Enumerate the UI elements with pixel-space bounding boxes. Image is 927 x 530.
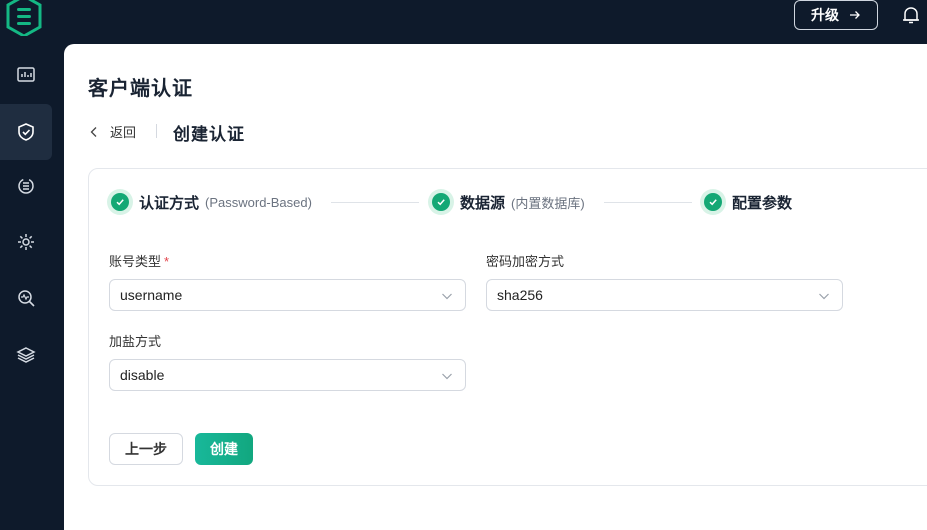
step-desc: (内置数据库) [511,195,585,211]
step-check-icon [700,189,726,215]
salt-position-value: disable [120,367,165,383]
account-type-label-text: 账号类型 [109,254,162,269]
chevron-down-icon [442,293,452,300]
back-link[interactable]: 返回 [88,122,136,141]
chevron-left-icon [90,126,97,137]
page-title: 客户端认证 [88,78,193,100]
account-type-value: username [120,287,183,303]
step-title: 数据源 [460,194,506,212]
chevron-down-icon [442,373,452,380]
prev-step-button[interactable]: 上一步 [109,433,183,465]
sidebar-item-dashboard[interactable] [0,47,52,103]
create-button[interactable]: 创建 [195,433,253,465]
password-hash-value: sha256 [497,287,543,303]
sidebar [0,0,64,530]
monitor-chart-icon [17,67,35,82]
upgrade-button[interactable]: 升级 [794,0,878,30]
upgrade-label: 升级 [811,7,839,23]
required-mark: * [164,254,170,269]
layers-icon [16,347,36,363]
emqx-logo-icon[interactable] [5,0,43,38]
password-hash-label: 密码加密方式 [486,254,565,269]
bell-icon[interactable] [900,4,922,26]
shield-check-icon [18,123,34,141]
sidebar-item-diagnose[interactable] [0,270,52,326]
account-type-select[interactable]: username [109,279,466,311]
page-subtitle: 创建认证 [173,125,245,144]
step-title: 配置参数 [732,194,793,212]
salt-position-label: 加盐方式 [109,334,162,349]
main-content: 客户端认证 返回 创建认证 认证方式 (Password-Based) 数据源 … [64,44,927,530]
step-config: 配置参数 [700,189,792,215]
step-auth-method: 认证方式 (Password-Based) [107,189,312,215]
step-title: 认证方式 [139,194,200,212]
password-hash-select[interactable]: sha256 [486,279,843,311]
sidebar-item-access-control[interactable] [0,104,52,160]
step-data-source: 数据源 (内置数据库) [428,189,585,215]
search-pulse-icon [18,290,35,307]
data-integration-icon [18,178,34,194]
step-desc: (Password-Based) [205,194,312,210]
header-divider [156,124,157,138]
sidebar-item-management[interactable] [0,214,52,270]
back-label: 返回 [110,125,137,140]
step-connector [331,202,419,203]
arrow-right-icon [850,11,860,19]
sidebar-item-integration[interactable] [0,158,52,214]
step-check-icon [428,189,454,215]
chevron-down-icon [819,293,829,300]
create-auth-card: 认证方式 (Password-Based) 数据源 (内置数据库) 配置参数 账… [88,168,927,486]
account-type-label: 账号类型 * [109,251,169,270]
sidebar-item-extensions[interactable] [0,327,52,383]
step-check-icon [107,189,133,215]
salt-position-select[interactable]: disable [109,359,466,391]
gear-settings-icon [18,234,34,250]
step-connector [604,202,692,203]
